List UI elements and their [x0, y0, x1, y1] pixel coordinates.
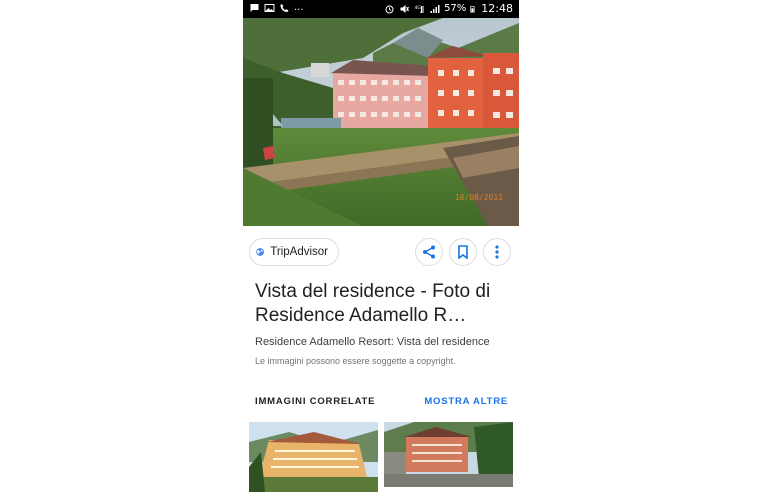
share-button[interactable]	[415, 238, 443, 266]
globe-icon	[256, 248, 265, 256]
share-icon	[423, 245, 435, 259]
battery-percent: 57%	[444, 3, 467, 14]
bookmark-icon	[458, 245, 468, 259]
result-image[interactable]: 18/08/2011	[243, 18, 519, 226]
related-image-1[interactable]	[249, 422, 378, 492]
result-subtitle: Residence Adamello Resort: Vista del res…	[255, 336, 490, 348]
call-icon	[280, 3, 289, 12]
image-icon	[264, 3, 275, 12]
related-photo-1	[249, 422, 378, 492]
mute-icon	[400, 4, 410, 13]
result-title[interactable]: Vista del residence - Foto di Residence …	[255, 280, 507, 328]
svg-text:4G: 4G	[415, 5, 422, 11]
action-row: TripAdvisor	[243, 238, 519, 268]
more-options-button[interactable]	[483, 238, 511, 266]
message-icon	[250, 3, 259, 12]
show-more-link[interactable]: MOSTRA ALTRE	[424, 396, 508, 407]
battery-icon	[470, 5, 475, 12]
copyright-notice: Le immagini possono essere soggette a co…	[255, 356, 456, 366]
alarm-icon	[385, 5, 394, 13]
related-image-2[interactable]	[384, 422, 513, 487]
save-button[interactable]	[449, 238, 477, 266]
related-images-heading: IMMAGINI CORRELATE	[255, 396, 376, 407]
source-label: TripAdvisor	[270, 246, 328, 258]
more-vert-icon	[495, 245, 499, 259]
status-bar: ... 4G 57% 12:48	[243, 0, 519, 18]
data-4g-icon: 4G	[415, 5, 424, 13]
source-chip[interactable]: TripAdvisor	[249, 238, 339, 266]
signal-icon	[430, 4, 440, 13]
notification-more: ...	[294, 2, 304, 13]
clock: 12:48	[481, 2, 513, 15]
related-photo-2	[384, 422, 513, 487]
phone-screen: ... 4G 57% 12:48 18/08/2011 TripAdvisor …	[243, 0, 519, 492]
photo-date-stamp: 18/08/2011	[454, 193, 503, 202]
